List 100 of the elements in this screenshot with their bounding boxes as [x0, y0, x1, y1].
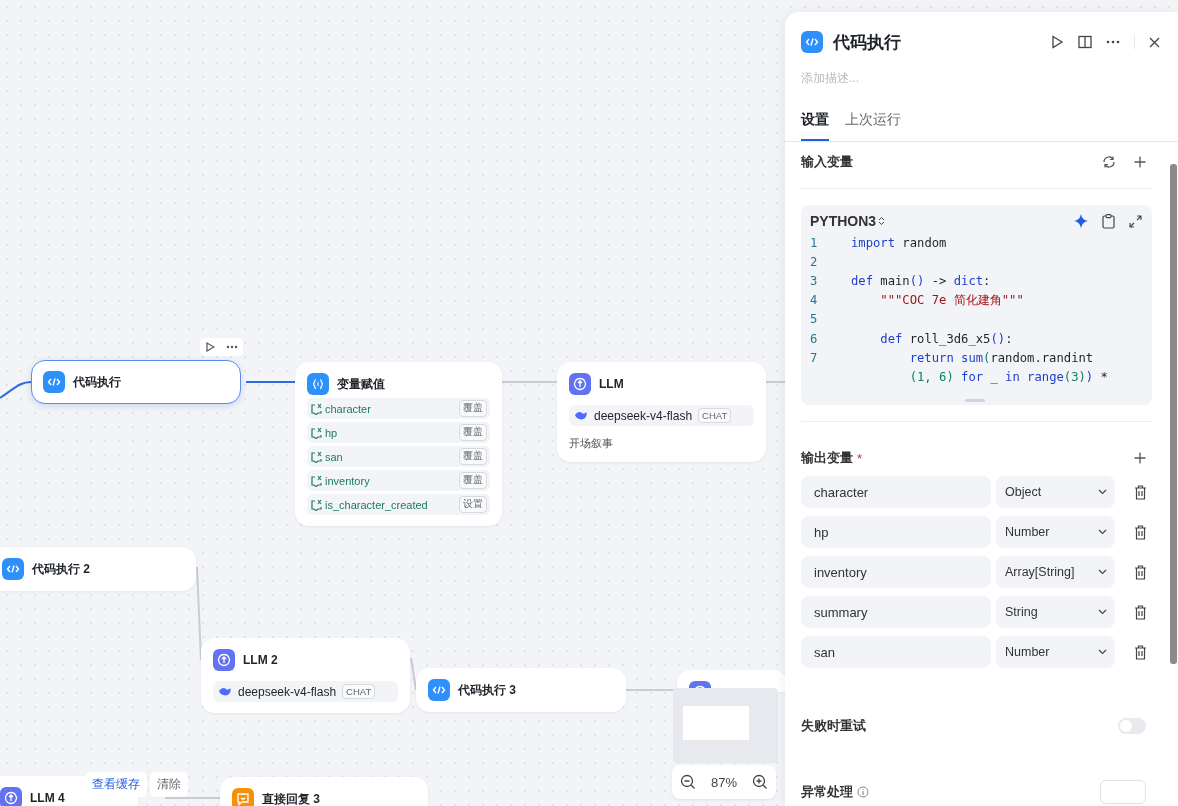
whale-icon [218, 686, 232, 697]
zoom-in-icon[interactable] [752, 774, 769, 790]
node-title: 代码执行 2 [32, 560, 90, 578]
close-icon[interactable] [1149, 36, 1160, 48]
scrollbar[interactable] [1170, 164, 1177, 664]
model-tag: CHAT [342, 684, 376, 699]
variable-name: inventory [325, 474, 371, 487]
setting-label: 失败时重试 [801, 717, 866, 735]
trash-icon[interactable] [1134, 644, 1147, 660]
refresh-icon[interactable] [1102, 155, 1116, 169]
code-editor[interactable]: PYTHON3 1 import random 2 3 def main() -> dict: 4 """COC 7e 简化建角""" 5 6 def roll_3d6_x5(): 7 return sum(random.randint (1, 6) for _ in range(3)) * [801, 205, 1152, 405]
line-number: 5 [810, 312, 819, 327]
chevron-down-icon [1098, 649, 1107, 655]
variable-name: is_character_created [325, 498, 429, 511]
variable-icon [310, 498, 323, 511]
connector-line [765, 381, 786, 383]
workflow-node[interactable]: 直接回复 3 [220, 777, 428, 806]
trash-icon[interactable] [1134, 484, 1147, 500]
book-icon[interactable] [1078, 35, 1092, 49]
type-select[interactable]: Array[String] [996, 556, 1115, 588]
code-line: (1, 6) for _ in range(3)) * [908, 369, 1108, 384]
code-line: def roll_3d6_x5(): [879, 331, 1013, 346]
variable-name-field[interactable]: san [801, 636, 991, 668]
operation-tag: 覆盖 [459, 448, 487, 465]
connector-line [501, 381, 558, 383]
workflow-node[interactable]: 代码执行 3 [416, 668, 626, 712]
variable-icon [310, 474, 323, 487]
model-tag: CHAT [698, 408, 732, 423]
code-icon [801, 31, 823, 53]
workflow-node[interactable]: LLM deepseek-v4-flash CHAT 开场叙事 [557, 362, 766, 462]
zoom-level: 87% [710, 774, 737, 790]
operation-tag: 覆盖 [459, 424, 487, 441]
whale-icon [574, 410, 588, 421]
add-icon[interactable] [1134, 452, 1146, 464]
trash-icon[interactable] [1134, 524, 1147, 540]
language-select[interactable]: PYTHON3 [810, 213, 877, 229]
line-number: 7 [810, 350, 819, 365]
run-icon[interactable] [205, 342, 216, 352]
chevron-down-icon [1098, 609, 1107, 615]
code-line: """COC 7e 简化建角""" [879, 291, 1024, 309]
variable-name-field[interactable]: hp [801, 516, 991, 548]
node-title: LLM [599, 377, 624, 391]
operation-tag: 覆盖 [459, 472, 487, 489]
variable-name: hp [325, 426, 339, 439]
node-note: 开场叙事 [569, 436, 614, 451]
variable-name-field[interactable]: summary [801, 596, 991, 628]
type-select[interactable]: Number [996, 516, 1115, 548]
workflow-node[interactable]: LLM 2 deepseek-v4-flash CHAT [201, 638, 410, 713]
line-number: 1 [810, 235, 819, 250]
clipboard-icon[interactable] [1102, 213, 1115, 229]
node-title: 直接回复 3 [262, 790, 320, 806]
clear-button[interactable]: 清除 [150, 772, 188, 797]
model-name: deepseek-v4-flash [238, 684, 337, 699]
variable-name: character [325, 402, 372, 415]
section-title: 输出变量 [801, 449, 853, 467]
trash-icon[interactable] [1134, 564, 1147, 580]
tab[interactable]: 设置 [801, 111, 829, 141]
code-icon [2, 558, 24, 580]
expand-icon[interactable] [1129, 214, 1142, 228]
model-name: deepseek-v4-flash [594, 408, 693, 423]
node-title: LLM 2 [243, 653, 278, 667]
panel-title: 代码执行 [833, 31, 901, 54]
view-cache-button[interactable]: 查看缓存 [85, 772, 147, 797]
add-icon[interactable] [1134, 156, 1146, 168]
operation-tag: 覆盖 [459, 400, 487, 417]
code-icon [43, 371, 65, 393]
type-select[interactable]: Object [996, 476, 1115, 508]
variable-icon [310, 450, 323, 463]
required-mark: * [857, 450, 863, 466]
variable-icon [310, 426, 323, 439]
tab[interactable]: 上次运行 [845, 111, 901, 141]
node-title: LLM 4 [30, 791, 65, 805]
connector-line [410, 657, 417, 691]
workflow-node[interactable]: 代码执行 [31, 360, 241, 404]
info-icon [857, 786, 869, 798]
code-icon [428, 679, 450, 701]
variable-name-field[interactable]: character [801, 476, 991, 508]
code-line: def main() -> dict: [851, 273, 991, 288]
section-title: 输入变量 [801, 153, 853, 171]
type-select[interactable]: Number [996, 636, 1115, 668]
run-icon[interactable] [1050, 35, 1064, 49]
setting-label: 异常处理 [801, 783, 853, 801]
variable-name: san [325, 450, 344, 463]
workflow-node[interactable]: 变量赋值 character 覆盖 hp 覆盖 san 覆盖 inventory 覆盖 is_character_created 设置 [295, 362, 502, 526]
trash-icon[interactable] [1134, 604, 1147, 620]
node-title: 代码执行 [73, 373, 121, 391]
chevron-down-icon [1098, 529, 1107, 535]
line-number: 6 [810, 331, 819, 346]
variable-name-field[interactable]: inventory [801, 556, 991, 588]
line-number: 4 [810, 293, 819, 308]
type-select[interactable]: String [996, 596, 1115, 628]
operation-tag: 设置 [459, 496, 487, 513]
workflow-node[interactable]: 代码执行 2 [0, 547, 196, 591]
zoom-out-icon[interactable] [679, 774, 696, 790]
chat-icon [232, 788, 254, 806]
connector-line [164, 797, 221, 799]
more-icon[interactable] [225, 345, 238, 349]
sparkle-icon[interactable] [1074, 214, 1088, 228]
node-title: 代码执行 3 [458, 681, 516, 699]
more-icon[interactable] [1106, 40, 1120, 44]
